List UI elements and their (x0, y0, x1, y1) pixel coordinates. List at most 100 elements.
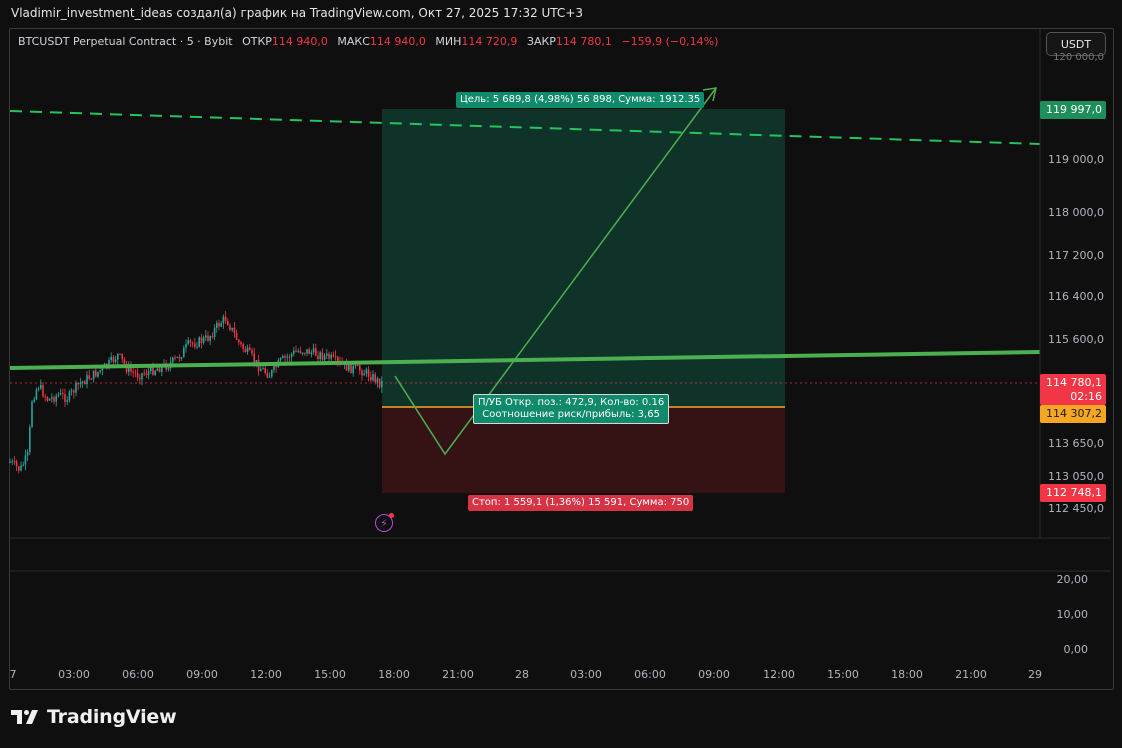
candle-body (262, 368, 264, 370)
candle-body (66, 400, 68, 402)
candle-body (260, 369, 262, 372)
open-label: ОТКР (242, 35, 272, 48)
chart-canvas[interactable] (0, 0, 1122, 748)
symbol-name: BTCUSDT Perpetual Contract · 5 · Bybit (18, 35, 233, 48)
time-axis-label: 21:00 (955, 668, 987, 681)
candle-body (352, 365, 354, 374)
candle-body (68, 391, 71, 401)
candle-body (240, 342, 242, 345)
price-axis-label: 112 450,0 (1048, 502, 1104, 515)
candle-body (62, 393, 64, 395)
candle-body (143, 373, 145, 375)
candle-body (216, 322, 218, 328)
candle-body (183, 347, 185, 358)
candle-body (86, 375, 88, 385)
candle-body (59, 393, 62, 395)
candle-body (20, 465, 22, 471)
time-axis-label: 15:00 (827, 668, 859, 681)
candle-body (220, 323, 222, 327)
candle-body (328, 353, 330, 359)
candle-body (359, 365, 361, 371)
price-axis-label: 113 650,0 (1048, 437, 1104, 450)
candle-body (249, 347, 251, 350)
candle-body (114, 359, 117, 362)
candle-body (84, 381, 86, 385)
candle-body (88, 375, 90, 379)
candle-body (77, 382, 79, 385)
time-axis-label: 7 (9, 668, 17, 681)
candle-body (97, 371, 99, 377)
candle-body (370, 376, 372, 381)
candle-body (356, 365, 359, 367)
candle-body (158, 368, 161, 373)
price-axis-label: 118 000,0 (1048, 206, 1104, 219)
pnl-label[interactable]: П/УБ Откр. поз.: 472,9, Кол-во: 0.16 Соо… (473, 394, 670, 424)
low-label: МИН (435, 35, 462, 48)
candle-body (306, 349, 308, 354)
last-price-badge: 114 780,1 02:16 (1040, 374, 1106, 405)
candle-body (156, 368, 159, 371)
candle-body (293, 350, 295, 354)
time-axis-label: 06:00 (634, 668, 666, 681)
candle-body (207, 335, 209, 341)
candle-body (95, 370, 97, 377)
time-axis-label: 21:00 (442, 668, 474, 681)
candle-body (304, 352, 306, 354)
candle-body (26, 451, 29, 456)
candle-body (235, 332, 238, 340)
candle-body (334, 356, 337, 358)
candle-body (55, 395, 57, 402)
candlestick-series (9, 311, 383, 474)
tradingview-logo[interactable]: TradingView (11, 706, 177, 728)
candle-body (279, 358, 282, 360)
candle-body (22, 464, 24, 466)
candle-body (332, 354, 335, 357)
pnl-line: П/УБ Откр. поз.: 472,9, Кол-во: 0.16 (478, 397, 665, 408)
candle-body (18, 466, 20, 471)
candle-body (141, 373, 143, 380)
stop-label[interactable]: Стоп: 1 559,1 (1,36%) 15 591, Сумма: 750 (468, 495, 694, 511)
candle-body (154, 370, 156, 375)
candle-body (121, 353, 123, 360)
candle-body (227, 320, 229, 326)
candle-body (218, 322, 220, 327)
target-label[interactable]: Цель: 5 689,8 (4,98%) 56 898, Сумма: 191… (456, 92, 705, 108)
tradingview-logo-icon (11, 710, 38, 724)
candle-body (229, 325, 231, 330)
candle-body (284, 356, 286, 358)
time-axis-label: 03:00 (570, 668, 602, 681)
candle-body (132, 371, 134, 373)
time-axis-label: 12:00 (250, 668, 282, 681)
price-axis-label: 113 050,0 (1048, 470, 1104, 483)
price-axis-label: 120 000,0 (1053, 52, 1104, 63)
candle-body (361, 370, 363, 376)
price-axis-label: 117 200,0 (1048, 249, 1104, 262)
candle-body (136, 372, 139, 378)
time-axis-label: 03:00 (58, 668, 90, 681)
candle-body (381, 381, 383, 388)
indicator-axis-label: 0,00 (1063, 643, 1089, 656)
stop-price-badge: 112 748,1 (1040, 484, 1106, 502)
entry-price-badge: 114 307,2 (1040, 405, 1106, 423)
symbol-legend[interactable]: BTCUSDT Perpetual Contract · 5 · Bybit О… (18, 35, 718, 48)
candle-body (189, 340, 192, 343)
candle-body (178, 356, 181, 359)
candle-body (64, 394, 66, 402)
candle-body (134, 372, 137, 374)
candle-body (117, 353, 119, 360)
candle-body (330, 354, 332, 359)
candle-body (35, 389, 38, 400)
time-axis-label: 12:00 (763, 668, 795, 681)
candle-body (317, 355, 319, 360)
candle-body (299, 350, 302, 353)
candle-body (31, 401, 33, 428)
time-axis-label: 09:00 (698, 668, 730, 681)
candle-body (198, 337, 200, 347)
candle-body (75, 382, 77, 393)
candle-body (48, 398, 51, 401)
candle-body (99, 370, 101, 372)
risk-reward-line: Соотношение риск/прибыль: 3,65 (482, 409, 660, 420)
flash-alert-icon[interactable]: ⚡ (375, 513, 394, 532)
candle-body (286, 356, 288, 358)
candle-body (194, 343, 196, 347)
